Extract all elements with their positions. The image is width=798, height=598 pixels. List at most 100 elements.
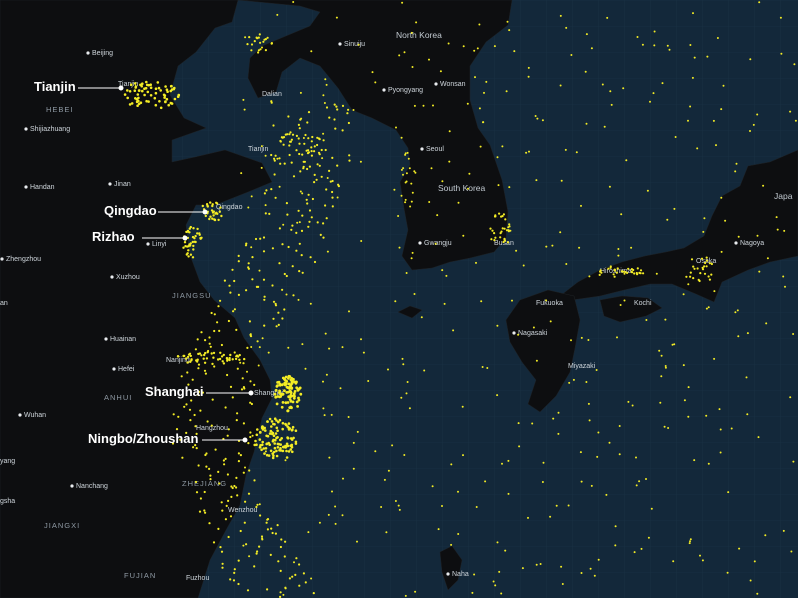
ship-dot <box>448 130 451 133</box>
city-dot <box>434 82 438 86</box>
ship-dot <box>296 405 299 408</box>
ship-dot <box>407 157 410 160</box>
ship-dot <box>325 373 328 376</box>
ship-dot <box>233 279 236 283</box>
ship-dot <box>779 16 782 19</box>
ship-dot <box>298 152 301 156</box>
ship-dot <box>304 367 307 370</box>
ship-dot <box>326 177 329 179</box>
ship-dot <box>186 252 189 255</box>
ship-dot <box>268 432 272 435</box>
ship-dot <box>645 478 647 480</box>
ship-dot <box>630 246 633 249</box>
ship-dot <box>491 229 494 232</box>
city-dot <box>104 337 108 341</box>
ship-dot <box>298 127 301 130</box>
ship-dot <box>280 405 284 409</box>
ship-dot <box>250 49 253 52</box>
ship-dot <box>231 486 234 490</box>
ship-dot <box>692 12 694 15</box>
ship-dot <box>641 43 644 46</box>
ship-dot <box>204 351 207 355</box>
ship-dot <box>227 319 230 323</box>
ship-dot <box>597 431 600 434</box>
ship-dot <box>285 293 288 296</box>
ship-dot <box>557 411 560 414</box>
ship-dot <box>341 129 344 132</box>
ship-dot <box>572 378 575 381</box>
ship-dot <box>499 236 502 239</box>
ship-dot <box>213 329 216 333</box>
ship-dot <box>308 220 311 223</box>
ship-dot <box>173 86 176 90</box>
city-label: Naha <box>452 571 469 578</box>
ship-dot <box>331 205 334 208</box>
ship-dot <box>264 204 267 207</box>
ship-dot <box>631 271 634 274</box>
ship-dot <box>255 433 259 437</box>
ship-dot <box>291 400 295 404</box>
ship-dot <box>307 151 311 154</box>
ship-dot <box>294 440 298 444</box>
ship-dot <box>646 189 649 192</box>
ship-dot <box>650 507 653 510</box>
ship-dot <box>534 115 537 117</box>
ship-dot <box>749 58 752 61</box>
ship-dot <box>316 136 319 139</box>
ship-dot <box>237 254 240 257</box>
ship-dot <box>284 382 288 386</box>
ship-dot <box>794 119 797 122</box>
ship-dot <box>335 105 338 108</box>
ship-dot <box>281 427 285 431</box>
ship-dot <box>536 117 539 120</box>
ship-dot <box>147 100 150 103</box>
ship-dot <box>404 594 407 597</box>
ship-dot <box>209 474 212 477</box>
ship-dot <box>584 70 587 73</box>
ship-dot <box>545 245 548 248</box>
ship-dot <box>749 130 751 132</box>
ship-dot <box>504 218 507 221</box>
ship-dot <box>196 360 199 363</box>
ship-dot <box>501 462 503 465</box>
ship-dot <box>480 300 483 303</box>
ship-dot <box>630 268 634 271</box>
ship-dot <box>286 436 290 440</box>
ship-dot <box>413 293 416 295</box>
ship-dot <box>287 374 291 378</box>
ship-dot <box>300 254 303 257</box>
ship-dot <box>431 485 434 488</box>
ship-dot <box>274 438 277 442</box>
city-label: Beijing <box>92 50 113 57</box>
ship-dot <box>205 357 209 360</box>
ship-dot <box>194 234 197 238</box>
ship-dot <box>357 43 360 46</box>
ship-dot <box>274 196 277 199</box>
ship-dot <box>233 308 236 311</box>
ship-dot <box>441 180 444 183</box>
ship-dot <box>218 210 221 213</box>
ship-dot <box>387 469 390 472</box>
country-label: North Korea <box>396 30 442 40</box>
ship-dot <box>194 425 197 428</box>
ship-dot <box>242 98 245 101</box>
ship-dot <box>286 133 289 136</box>
ship-dot <box>279 392 283 396</box>
ship-dot <box>284 401 288 405</box>
ship-dot <box>673 343 676 346</box>
ship-dot <box>176 355 180 358</box>
ship-dot <box>705 414 708 417</box>
ship-dot <box>266 528 269 531</box>
ship-dot <box>297 137 300 140</box>
ship-dot <box>609 266 612 269</box>
ship-dot <box>587 339 590 341</box>
ship-dot <box>220 343 223 347</box>
ship-dot <box>195 447 198 450</box>
ship-dot <box>129 83 133 87</box>
ship-dot <box>564 148 567 151</box>
ship-dot <box>310 50 313 53</box>
ship-dot <box>261 537 264 540</box>
ship-dot <box>688 542 691 545</box>
callout-rizhao: Rizhao <box>92 229 135 244</box>
ship-dot <box>134 86 137 89</box>
